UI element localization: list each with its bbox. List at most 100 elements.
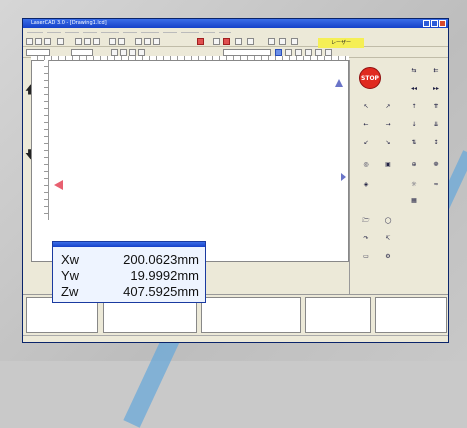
function-button[interactable]: ▭ xyxy=(358,254,374,265)
help-icon[interactable] xyxy=(213,38,220,45)
laser-icon[interactable] xyxy=(223,38,230,45)
jog-button[interactable]: ↖ xyxy=(358,104,374,115)
jog-button[interactable]: ← xyxy=(358,122,374,133)
menu-item[interactable] xyxy=(47,32,61,33)
zoom-icon[interactable] xyxy=(247,38,254,45)
new-file-icon[interactable] xyxy=(26,38,33,45)
function-button[interactable]: ⊕ xyxy=(406,162,422,173)
delete-icon[interactable] xyxy=(197,38,204,45)
zoom-window-icon[interactable] xyxy=(138,49,145,56)
close-button[interactable] xyxy=(439,20,446,27)
jog-button[interactable]: ↗ xyxy=(380,104,396,115)
coordinate-row-x: Xw 200.0623mm xyxy=(61,252,201,268)
redo-icon[interactable] xyxy=(118,38,125,45)
coordinate-row-z: Zw 407.5925mm xyxy=(61,284,201,300)
arrow-icon: ↖ xyxy=(363,103,369,110)
coordinate-value: 407.5925mm xyxy=(123,284,199,299)
zoom-out-icon[interactable] xyxy=(120,49,127,56)
table-icon[interactable] xyxy=(235,38,242,45)
zoom-fit-icon[interactable] xyxy=(129,49,136,56)
arrow-icon: ⇆ xyxy=(411,67,417,74)
paste-icon[interactable] xyxy=(93,38,100,45)
jog-button[interactable]: ↙ xyxy=(358,140,374,151)
menu-item[interactable] xyxy=(83,32,97,33)
minimize-button[interactable] xyxy=(423,20,430,27)
stop-button[interactable]: STOP xyxy=(359,67,381,89)
pen-icon[interactable] xyxy=(268,38,275,45)
parameters-panel[interactable] xyxy=(375,297,447,333)
layer-icon: ▭ xyxy=(363,253,369,260)
function-button[interactable]: ☼ xyxy=(406,182,422,193)
x-marker-icon xyxy=(335,79,343,87)
jog-button[interactable]: ⇊ xyxy=(428,122,444,133)
function-button[interactable]: ❁ xyxy=(428,162,444,173)
menu-item[interactable] xyxy=(101,32,119,33)
print-icon[interactable] xyxy=(57,38,64,45)
menu-item[interactable] xyxy=(141,32,159,33)
settings-icon[interactable] xyxy=(325,49,332,56)
jog-button[interactable]: ⇇ xyxy=(428,68,444,79)
ruler-icon[interactable] xyxy=(305,49,312,56)
jog-button[interactable]: ▸▸ xyxy=(428,86,444,97)
menu-item[interactable] xyxy=(123,32,137,33)
properties-panel[interactable] xyxy=(305,297,371,333)
arrow-icon: ⇅ xyxy=(411,139,417,146)
coordinate-display: Xw 200.0623mm Yw 19.9992mm Zw 407.5925mm xyxy=(52,241,206,303)
function-button[interactable]: ◎ xyxy=(358,162,374,173)
jog-button[interactable]: ↕ xyxy=(428,140,444,151)
pen-select[interactable] xyxy=(71,49,93,56)
jog-button[interactable]: ↑ xyxy=(406,104,422,115)
coordinate-label: Yw xyxy=(61,268,80,283)
undo-icon[interactable] xyxy=(109,38,116,45)
arrow-icon: ▸▸ xyxy=(432,85,440,92)
jog-button[interactable]: → xyxy=(380,122,396,133)
menu-item[interactable] xyxy=(219,32,231,33)
check-icon[interactable] xyxy=(315,49,322,56)
coordinate-value: 200.0623mm xyxy=(123,252,199,267)
function-button[interactable]: 🗁 xyxy=(358,218,374,229)
align-icon[interactable] xyxy=(291,38,298,45)
function-button[interactable]: ▦ xyxy=(406,198,422,209)
jog-button[interactable]: ↘ xyxy=(380,140,396,151)
node-icon[interactable] xyxy=(279,38,286,45)
arrow-icon: ↓ xyxy=(411,121,417,128)
frame-icon[interactable] xyxy=(295,49,302,56)
function-button[interactable]: ◈ xyxy=(358,182,374,193)
coordinate-label: Zw xyxy=(61,284,79,299)
jog-button[interactable]: ⇆ xyxy=(406,68,422,79)
menu-item[interactable] xyxy=(181,32,199,33)
window-title: LaserCAD 3.0 - [Drawing1.lcd] xyxy=(31,20,107,26)
target-icon: ◎ xyxy=(363,161,369,168)
menu-bar xyxy=(23,28,448,36)
cut-icon[interactable] xyxy=(75,38,82,45)
function-button[interactable]: ⚙ xyxy=(380,254,396,265)
menu-item[interactable] xyxy=(27,32,43,33)
home-icon[interactable] xyxy=(285,49,292,56)
drawing-canvas[interactable] xyxy=(31,60,349,262)
menu-item[interactable] xyxy=(163,32,177,33)
job-list-panel[interactable] xyxy=(201,297,301,333)
function-button[interactable]: ↷ xyxy=(358,236,374,247)
function-button[interactable]: ≈ xyxy=(428,182,444,193)
grid-icon[interactable] xyxy=(135,38,142,45)
material-select[interactable] xyxy=(223,49,271,56)
open-file-icon[interactable] xyxy=(35,38,42,45)
import-icon: ↸ xyxy=(385,235,391,242)
maximize-button[interactable] xyxy=(431,20,438,27)
tool-icon[interactable] xyxy=(153,38,160,45)
jog-button[interactable]: ⇅ xyxy=(406,140,422,151)
copy-icon[interactable] xyxy=(84,38,91,45)
jog-button[interactable]: ↓ xyxy=(406,122,422,133)
jog-button[interactable]: ◂◂ xyxy=(406,86,422,97)
menu-item[interactable] xyxy=(203,32,215,33)
function-button[interactable]: ↸ xyxy=(380,236,396,247)
layer-select[interactable] xyxy=(26,49,50,56)
measure-icon[interactable] xyxy=(144,38,151,45)
zoom-in-icon[interactable] xyxy=(111,49,118,56)
function-button[interactable]: ▣ xyxy=(380,162,396,173)
lock-icon[interactable] xyxy=(275,49,282,56)
menu-item[interactable] xyxy=(65,32,79,33)
jog-button[interactable]: ⇈ xyxy=(428,104,444,115)
save-icon[interactable] xyxy=(44,38,51,45)
function-button[interactable]: ◯ xyxy=(380,218,396,229)
